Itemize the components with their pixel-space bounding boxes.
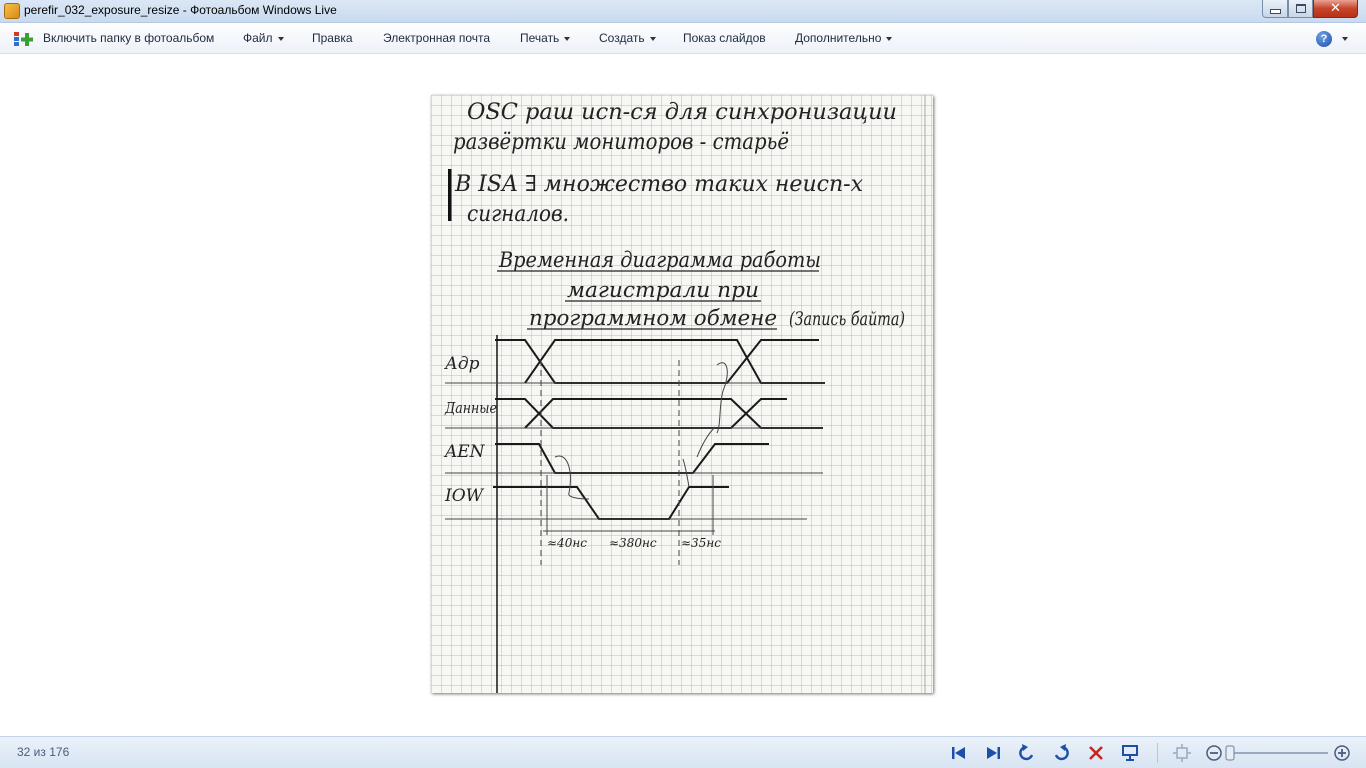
file-menu-label: Файл <box>243 31 273 45</box>
maximize-button[interactable] <box>1288 0 1313 18</box>
notebook-page-drawing: OSC раш исп-ся для синхронизации развёрт… <box>443 95 926 693</box>
timing-diagram <box>493 339 825 520</box>
include-folder-icon <box>14 32 33 46</box>
create-menu[interactable]: Создать <box>599 23 656 54</box>
signal-label-iow: IOW <box>444 486 485 506</box>
timing-label-3: ≈35нс <box>681 536 721 550</box>
close-button[interactable]: ✕ <box>1313 0 1358 18</box>
help-icon: ? <box>1320 33 1328 45</box>
restore-icon <box>1295 4 1306 13</box>
diagram-heading-3: программном обмене <box>529 306 777 330</box>
note-line-1: OSC раш исп-ся для синхронизации <box>467 100 897 125</box>
menu-toolbar: Включить папку в фотоальбом Файл Правка … <box>0 23 1366 54</box>
chevron-down-icon <box>886 36 893 41</box>
signal-label-data: Данные <box>444 399 497 417</box>
photo-counter: 32 из 176 <box>17 745 70 759</box>
note-line-4: сигналов. <box>467 202 569 227</box>
diagram-heading-2: магистрали при <box>567 278 759 302</box>
status-bar: 32 из 176 <box>0 736 1366 768</box>
more-menu-label: Дополнительно <box>795 31 882 45</box>
delete-button[interactable] <box>1086 743 1106 763</box>
actual-size-button[interactable] <box>1172 743 1192 763</box>
email-label: Электронная почта <box>383 31 491 45</box>
rotate-left-button[interactable] <box>1017 743 1037 763</box>
slideshow-button[interactable]: Показ слайдов <box>683 23 766 54</box>
photo-gallery-icon <box>4 3 20 19</box>
reference-lines <box>445 360 825 565</box>
close-icon: ✕ <box>1330 1 1341 16</box>
minimize-icon <box>1269 9 1281 14</box>
signal-label-address: Адр <box>444 354 480 374</box>
zoom-in-button[interactable] <box>1332 743 1352 763</box>
more-menu[interactable]: Дополнительно <box>795 23 893 54</box>
note-line-3: В ISA ∃ множество таких неисп-х <box>454 172 864 197</box>
edit-menu-label: Правка <box>312 31 353 45</box>
rotate-right-button[interactable] <box>1051 743 1071 763</box>
next-photo-button[interactable] <box>983 743 1003 763</box>
file-menu[interactable]: Файл <box>243 23 284 54</box>
slideshow-label: Показ слайдов <box>683 31 766 45</box>
chevron-down-icon <box>564 36 571 41</box>
timing-label-2: ≈380нс <box>609 536 657 550</box>
status-separator <box>1157 743 1158 763</box>
chevron-down-icon <box>277 36 284 41</box>
note-line-2: развёртки мониторов - старьё <box>453 130 789 155</box>
slideshow-play-button[interactable] <box>1120 743 1140 763</box>
help-chevron-down-icon[interactable] <box>1342 37 1348 41</box>
chevron-down-icon <box>649 36 656 41</box>
minimize-button[interactable] <box>1262 0 1288 18</box>
print-menu[interactable]: Печать <box>520 23 571 54</box>
edit-menu[interactable]: Правка <box>312 23 353 54</box>
signal-label-aen: AEN <box>443 442 486 462</box>
margin-mark <box>448 169 452 221</box>
email-button[interactable]: Электронная почта <box>383 23 490 54</box>
include-folder-button[interactable]: Включить папку в фотоальбом <box>43 23 214 54</box>
diagram-heading-1: Временная диаграмма работы <box>498 248 821 272</box>
previous-photo-button[interactable] <box>949 743 969 763</box>
create-menu-label: Создать <box>599 31 645 45</box>
zoom-slider[interactable] <box>1222 743 1332 763</box>
print-menu-label: Печать <box>520 31 560 45</box>
title-bar: perefir_032_exposure_resize - Фотоальбом… <box>0 0 1366 23</box>
diagram-heading-note: (Запись байта) <box>789 308 905 330</box>
window-title: perefir_032_exposure_resize - Фотоальбом… <box>24 3 337 17</box>
help-button[interactable]: ? <box>1316 31 1332 47</box>
photo: OSC раш исп-ся для синхронизации развёрт… <box>431 95 933 693</box>
include-folder-label: Включить папку в фотоальбом <box>43 31 215 45</box>
zoom-out-button[interactable] <box>1204 743 1224 763</box>
zoom-slider-thumb[interactable] <box>1225 745 1235 761</box>
timing-label-1: ≈40нс <box>547 536 587 550</box>
